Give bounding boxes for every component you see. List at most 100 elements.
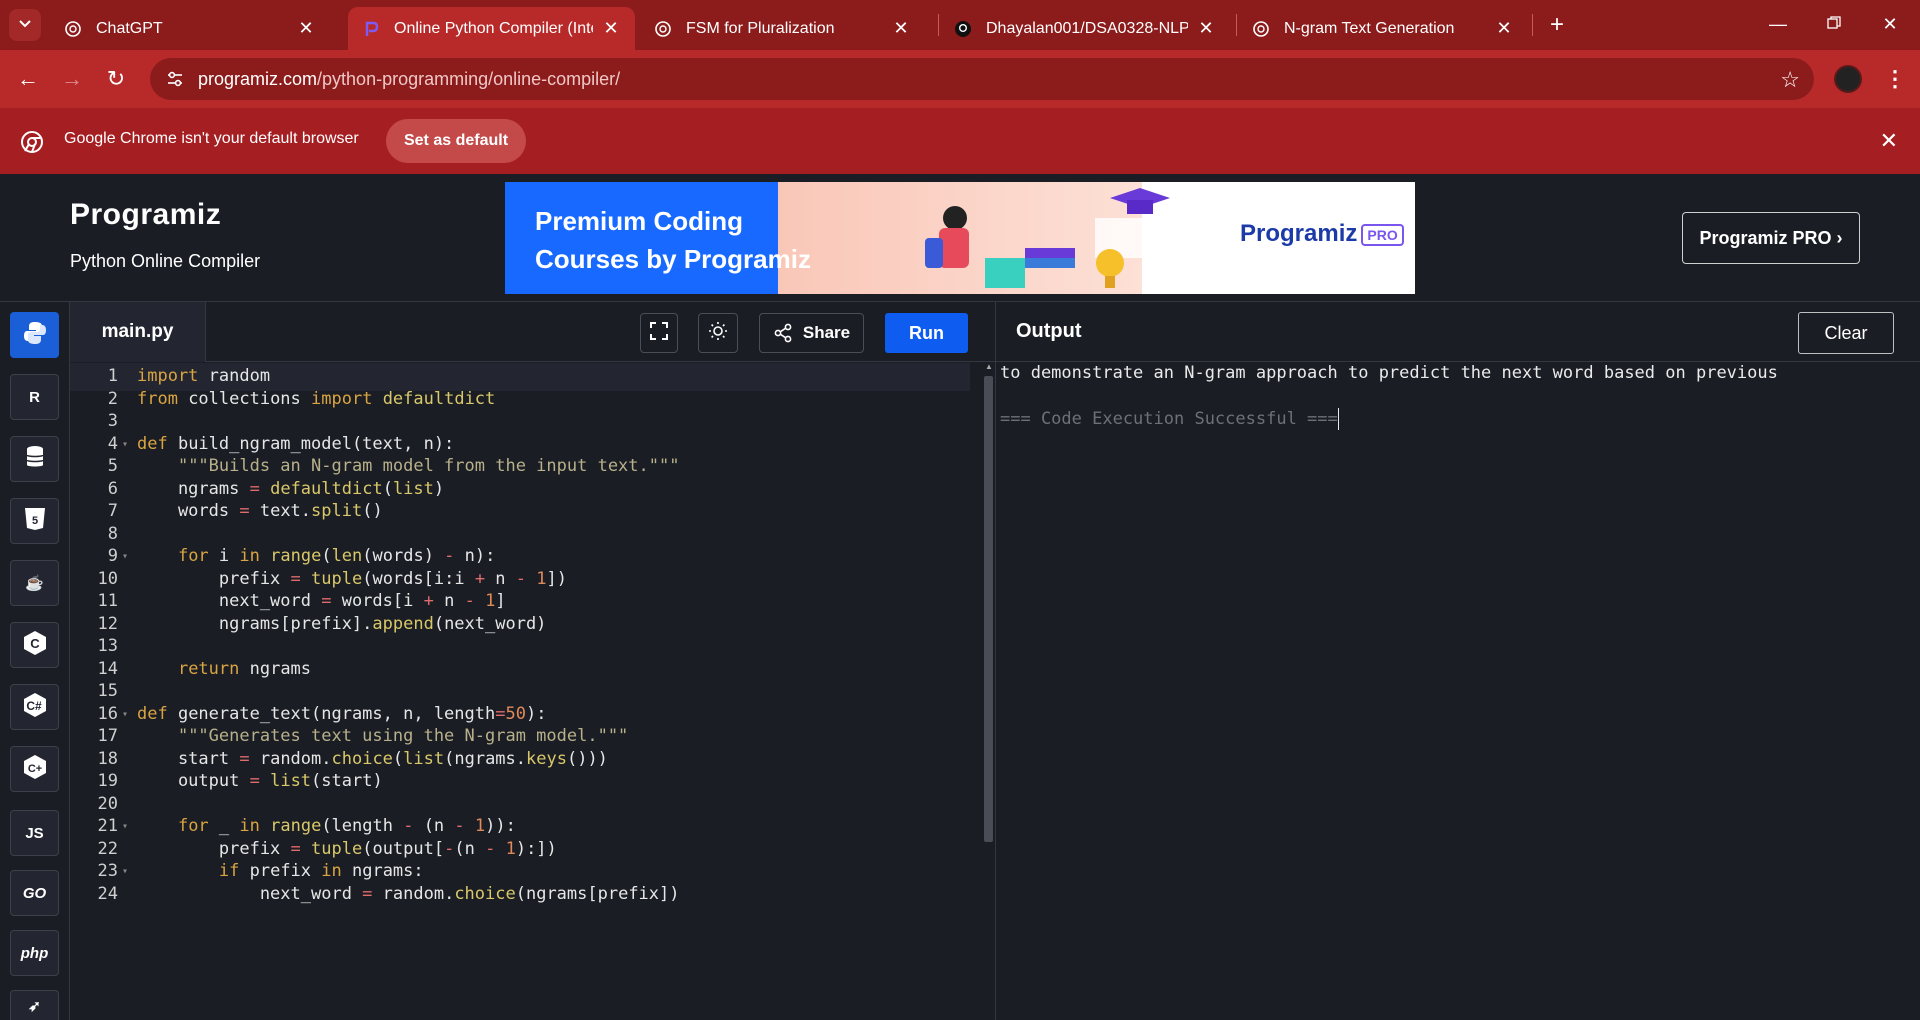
forward-button[interactable]: →: [56, 63, 88, 95]
sun-icon: [708, 321, 728, 346]
share-icon: [773, 323, 793, 343]
url-domain: programiz.com: [198, 68, 318, 89]
tab-separator: [1532, 14, 1533, 36]
language-sidebar: R 5 ☕ C C# C+ JS GO php ➶: [0, 302, 70, 1020]
browser-tab-fsm[interactable]: FSM for Pluralization ✕: [640, 7, 925, 50]
text-cursor: [1337, 408, 1339, 430]
share-button[interactable]: Share: [759, 313, 864, 353]
restore-button[interactable]: [1806, 0, 1862, 48]
close-tab-icon[interactable]: ✕: [601, 18, 621, 39]
javascript-icon: JS: [25, 824, 44, 842]
clear-button[interactable]: Clear: [1798, 312, 1894, 354]
lang-html-button[interactable]: 5: [10, 498, 59, 544]
lang-sql-button[interactable]: [10, 436, 59, 482]
svg-text:5: 5: [31, 515, 37, 527]
tab-separator: [938, 14, 939, 36]
github-icon: [954, 20, 972, 38]
close-icon[interactable]: ✕: [1880, 128, 1898, 154]
svg-text:C#: C#: [26, 699, 42, 713]
close-window-button[interactable]: ✕: [1862, 0, 1918, 48]
file-tab-main[interactable]: main.py: [70, 302, 206, 362]
fullscreen-button[interactable]: [640, 313, 678, 353]
close-tab-icon[interactable]: ✕: [1494, 18, 1514, 39]
code-line[interactable]: 24 next_word = random.choice(ngrams[pref…: [70, 881, 970, 909]
editor-scrollbar[interactable]: ▲: [983, 362, 995, 1020]
browser-tab-chatgpt[interactable]: ChatGPT ✕: [50, 7, 330, 50]
line-number: 24: [97, 883, 118, 904]
banner-illustration: [925, 188, 1175, 288]
swift-icon: ➶: [28, 997, 41, 1015]
minimize-button[interactable]: —: [1750, 0, 1806, 48]
lang-c-button[interactable]: C: [10, 622, 59, 668]
lang-swift-button[interactable]: ➶: [10, 990, 59, 1020]
default-browser-infobar: Google Chrome isn't your default browser…: [0, 108, 1920, 174]
ad-banner[interactable]: Premium Coding Courses by Programiz Prog…: [505, 182, 1415, 294]
lang-php-button[interactable]: php: [10, 930, 59, 976]
tab-title: FSM for Pluralization: [686, 19, 835, 37]
close-tab-icon[interactable]: ✕: [891, 18, 911, 39]
profile-avatar[interactable]: [1834, 65, 1862, 93]
close-tab-icon[interactable]: ✕: [296, 18, 316, 39]
editor-toolbar: main.py Share Run: [70, 302, 995, 362]
browser-tab-github[interactable]: Dhayalan001/DSA0328-NLP: NL ✕: [940, 7, 1230, 50]
run-button[interactable]: Run: [885, 313, 968, 353]
browser-tab-ngram[interactable]: N-gram Text Generation ✕: [1238, 7, 1528, 50]
browser-toolbar: ← → ↻ programiz.com/python-programming/o…: [0, 50, 1920, 108]
chevron-down-icon: [18, 16, 32, 35]
output-line: to demonstrate an N-gram approach to pre…: [1000, 363, 1778, 383]
output-console[interactable]: to demonstrate an N-gram approach to pre…: [996, 362, 1920, 1020]
theme-toggle-button[interactable]: [698, 313, 738, 353]
database-icon: [25, 445, 45, 473]
tab-search-button[interactable]: [9, 9, 41, 41]
execution-status-text: === Code Execution Successful ===: [1000, 409, 1338, 429]
close-tab-icon[interactable]: ✕: [1196, 18, 1216, 39]
banner-logo-text: Programiz: [1240, 220, 1358, 247]
back-button[interactable]: ←: [12, 63, 44, 95]
tab-title: Dhayalan001/DSA0328-NLP: NL: [986, 19, 1188, 37]
programiz-logo[interactable]: Programiz: [70, 198, 221, 232]
minimize-icon: —: [1769, 13, 1787, 34]
browser-menu-icon[interactable]: ⋮: [1880, 63, 1910, 95]
tab-separator: [1236, 14, 1237, 36]
lang-r-button[interactable]: R: [10, 374, 59, 420]
tab-title: ChatGPT: [96, 19, 163, 37]
lang-java-button[interactable]: ☕: [10, 560, 59, 606]
lang-cpp-button[interactable]: C+: [10, 746, 59, 792]
lang-js-button[interactable]: JS: [10, 810, 59, 856]
pro-badge: PRO: [1361, 223, 1404, 246]
scrollbar-thumb[interactable]: [984, 376, 993, 842]
infobar-message: Google Chrome isn't your default browser: [64, 130, 359, 147]
url-text[interactable]: programiz.com/python-programming/online-…: [198, 69, 620, 90]
lang-python-button[interactable]: [10, 312, 59, 358]
new-tab-button[interactable]: +: [1542, 10, 1572, 40]
banner-line-1: Premium Coding: [535, 206, 744, 236]
browser-tabstrip: ChatGPT ✕ Online Python Compiler (Interp…: [0, 0, 1920, 50]
execution-status: === Code Execution Successful ===: [1000, 408, 1339, 430]
browser-tab-programiz[interactable]: Online Python Compiler (Interp ✕: [348, 7, 635, 50]
tab-title: N-gram Text Generation: [1284, 19, 1455, 37]
output-title: Output: [1016, 320, 1082, 342]
php-icon: php: [20, 944, 49, 962]
url-path: /python-programming/online-compiler/: [317, 68, 621, 89]
svg-text:C: C: [30, 636, 40, 651]
set-as-default-button[interactable]: Set as default: [386, 119, 526, 163]
arrow-right-icon: →: [61, 66, 83, 91]
page-subtitle: Python Online Compiler: [70, 251, 261, 271]
lang-go-button[interactable]: GO: [10, 870, 59, 916]
reload-icon: ↻: [106, 66, 126, 91]
html5-icon: 5: [24, 507, 46, 535]
arrow-left-icon: ←: [17, 66, 39, 91]
bookmark-star-icon[interactable]: ☆: [1780, 67, 1800, 93]
chatgpt-icon: [654, 20, 672, 38]
code-text: next_word = random.choice(ngrams[prefix]…: [137, 883, 680, 904]
programiz-pro-button[interactable]: Programiz PRO ›: [1682, 212, 1860, 264]
close-icon: ✕: [1882, 13, 1898, 34]
banner-logo: Programiz PRO: [1240, 220, 1404, 248]
code-editor[interactable]: 1 import random 2 from collections import d…: [70, 362, 995, 1020]
reload-button[interactable]: ↻: [100, 63, 132, 95]
address-bar[interactable]: programiz.com/python-programming/online-…: [150, 58, 1814, 100]
site-info-icon[interactable]: [164, 68, 186, 90]
chatgpt-icon: [64, 20, 82, 38]
lang-csharp-button[interactable]: C#: [10, 684, 59, 730]
scroll-up-icon[interactable]: ▲: [984, 362, 994, 371]
